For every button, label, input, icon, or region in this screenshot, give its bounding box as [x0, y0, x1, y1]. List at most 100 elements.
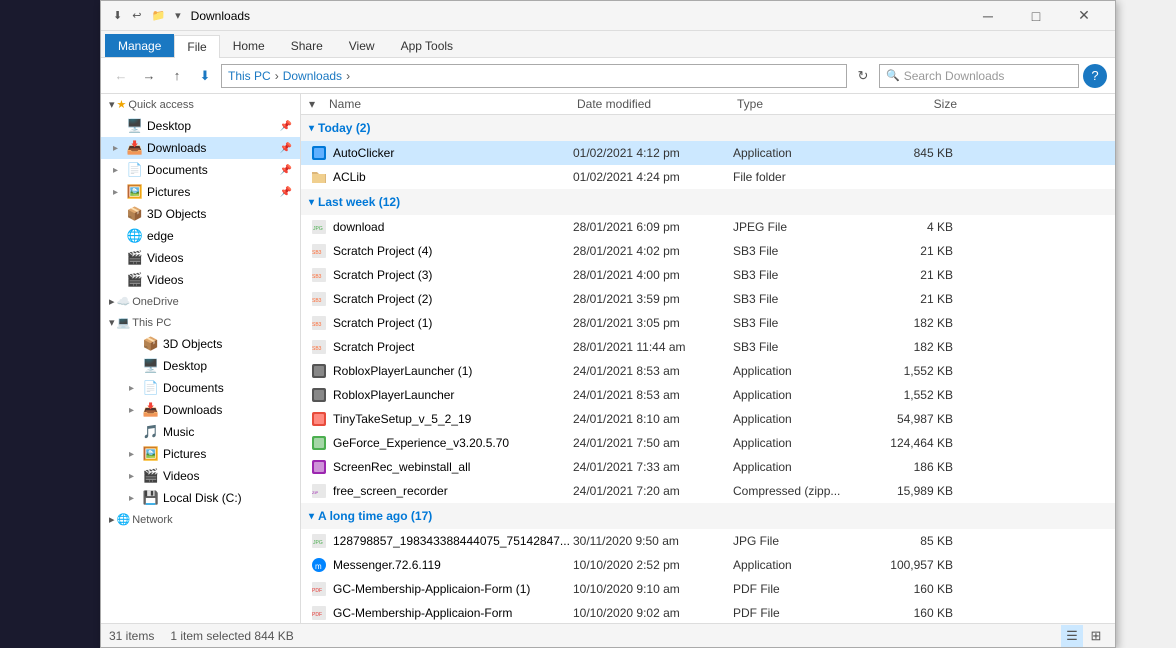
details-view-button[interactable]: ☰: [1061, 625, 1083, 647]
minimize-button[interactable]: ─: [965, 1, 1011, 31]
svg-text:JPG: JPG: [313, 540, 323, 546]
path-downloads: Downloads: [283, 69, 342, 83]
sidebar-item-3dobjects-pc[interactable]: 📦 3D Objects: [101, 333, 300, 355]
sidebar-item-documents[interactable]: ▸ 📄 Documents 📌: [101, 159, 300, 181]
file-row-download[interactable]: JPG download 28/01/2021 6:09 pm JPEG Fil…: [301, 215, 1115, 239]
sidebar-item-videos-pc[interactable]: ▸ 🎬 Videos: [101, 465, 300, 487]
section-lastweek[interactable]: ▾ Last week (12): [301, 189, 1115, 215]
file-row-128798[interactable]: JPG 128798857_198343388444075_75142847..…: [301, 529, 1115, 553]
qa-back-btn[interactable]: ⬇: [109, 7, 126, 24]
up-button[interactable]: ↑: [165, 64, 189, 88]
sidebar-item-desktop[interactable]: 🖥️ Desktop 📌: [101, 115, 300, 137]
quick-access-header[interactable]: ▾ ★ Quick access: [101, 94, 300, 115]
close-button[interactable]: ✕: [1061, 1, 1107, 31]
tab-apptools[interactable]: App Tools: [388, 34, 466, 57]
file-row-scratch4[interactable]: SB3 Scratch Project (4) 28/01/2021 4:02 …: [301, 239, 1115, 263]
tinytake-type: Application: [733, 412, 873, 426]
large-icons-view-button[interactable]: ⊞: [1085, 625, 1107, 647]
file-row-scratch3[interactable]: SB3 Scratch Project (3) 28/01/2021 4:00 …: [301, 263, 1115, 287]
svg-text:SB3: SB3: [312, 274, 322, 280]
gcform-name: GC-Membership-Applicaion-Form: [333, 606, 573, 620]
section-today[interactable]: ▾ Today (2): [301, 115, 1115, 141]
title-bar-controls: ─ □ ✕: [965, 1, 1107, 31]
quick-access-toolbar: ⬇ ↩ 📁 ▾: [109, 7, 185, 24]
file-row-geforce[interactable]: GeForce_Experience_v3.20.5.70 24/01/2021…: [301, 431, 1115, 455]
videos2-icon: 🎬: [127, 272, 143, 288]
sidebar-item-downloads-pc[interactable]: ▸ 📥 Downloads: [101, 399, 300, 421]
geforce-icon: [309, 433, 329, 453]
scratch3-icon: SB3: [309, 265, 329, 285]
file-row-gcform[interactable]: PDF GC-Membership-Applicaion-Form 10/10/…: [301, 601, 1115, 623]
forward-button[interactable]: →: [137, 64, 161, 88]
file-row-roblox[interactable]: RobloxPlayerLauncher 24/01/2021 8:53 am …: [301, 383, 1115, 407]
documents-icon: 📄: [127, 162, 143, 178]
sidebar-item-pictures-pc[interactable]: ▸ 🖼️ Pictures: [101, 443, 300, 465]
freescreen-date: 24/01/2021 7:20 am: [573, 484, 733, 498]
thispc-header[interactable]: ▾ 💻 This PC: [101, 312, 300, 333]
file-row-freescreen[interactable]: ZIP free_screen_recorder 24/01/2021 7:20…: [301, 479, 1115, 503]
onedrive-header[interactable]: ▸ ☁️ OneDrive: [101, 291, 300, 312]
qa-undo-btn[interactable]: ↩: [128, 7, 145, 24]
scratch4-type: SB3 File: [733, 244, 873, 258]
scratch2-date: 28/01/2021 3:59 pm: [573, 292, 733, 306]
col-name-header[interactable]: Name: [329, 97, 577, 111]
tab-view[interactable]: View: [336, 34, 388, 57]
col-type-header[interactable]: Type: [737, 97, 877, 111]
scratch1-size: 182 KB: [873, 316, 953, 330]
sidebar-item-videos2[interactable]: 🎬 Videos: [101, 269, 300, 291]
file-row-tinytake[interactable]: TinyTakeSetup_v_5_2_19 24/01/2021 8:10 a…: [301, 407, 1115, 431]
sidebar-item-videos[interactable]: 🎬 Videos: [101, 247, 300, 269]
maximize-button[interactable]: □: [1013, 1, 1059, 31]
section-longtime[interactable]: ▾ A long time ago (17): [301, 503, 1115, 529]
onedrive-arrow: ▸: [109, 295, 115, 308]
roblox-type: Application: [733, 388, 873, 402]
download-icon-btn[interactable]: ⬇: [193, 64, 217, 88]
back-button[interactable]: ←: [109, 64, 133, 88]
roblox-date: 24/01/2021 8:53 am: [573, 388, 733, 402]
search-icon: 🔍: [886, 69, 900, 82]
refresh-button[interactable]: ↻: [851, 64, 875, 88]
roblox1-size: 1,552 KB: [873, 364, 953, 378]
qa-pin-btn[interactable]: ▾: [171, 7, 185, 24]
3dobjects-icon: 📦: [127, 206, 143, 222]
tab-home[interactable]: Home: [220, 34, 278, 57]
search-box[interactable]: 🔍 Search Downloads: [879, 64, 1079, 88]
scratch3-date: 28/01/2021 4:00 pm: [573, 268, 733, 282]
sidebar-item-3dobjects[interactable]: 📦 3D Objects: [101, 203, 300, 225]
file-row-scratch1[interactable]: SB3 Scratch Project (1) 28/01/2021 3:05 …: [301, 311, 1115, 335]
sidebar-item-pictures[interactable]: ▸ 🖼️ Pictures 📌: [101, 181, 300, 203]
sidebar: ▾ ★ Quick access 🖥️ Desktop 📌 ▸ 📥 Downlo…: [101, 94, 301, 623]
col-date-header[interactable]: Date modified: [577, 97, 737, 111]
sidebar-item-music-pc[interactable]: 🎵 Music: [101, 421, 300, 443]
file-row-aclib[interactable]: ACLib 01/02/2021 4:24 pm File folder: [301, 165, 1115, 189]
file-row-messenger[interactable]: m Messenger.72.6.119 10/10/2020 2:52 pm …: [301, 553, 1115, 577]
file-row-scratch[interactable]: SB3 Scratch Project 28/01/2021 11:44 am …: [301, 335, 1115, 359]
sidebar-item-localdisk[interactable]: ▸ 💾 Local Disk (C:): [101, 487, 300, 509]
scratch4-size: 21 KB: [873, 244, 953, 258]
screenrec-date: 24/01/2021 7:33 am: [573, 460, 733, 474]
scratch1-type: SB3 File: [733, 316, 873, 330]
scratch-name: Scratch Project: [333, 340, 573, 354]
file-row-screenrec[interactable]: ScreenRec_webinstall_all 24/01/2021 7:33…: [301, 455, 1115, 479]
help-button[interactable]: ?: [1083, 64, 1107, 88]
network-header[interactable]: ▸ 🌐 Network: [101, 509, 300, 530]
file-row-autoclicker[interactable]: AutoClicker 01/02/2021 4:12 pm Applicati…: [301, 141, 1115, 165]
sidebar-item-edge[interactable]: 🌐 edge: [101, 225, 300, 247]
file-row-scratch2[interactable]: SB3 Scratch Project (2) 28/01/2021 3:59 …: [301, 287, 1115, 311]
tab-file[interactable]: File: [174, 35, 219, 58]
qa-folder-btn[interactable]: 📁: [147, 7, 169, 24]
geforce-size: 124,464 KB: [873, 436, 953, 450]
col-size-header[interactable]: Size: [877, 97, 957, 111]
address-path[interactable]: This PC › Downloads ›: [221, 64, 847, 88]
column-headers: ▾ Name Date modified Type Size: [301, 94, 1115, 115]
file-row-gcform1[interactable]: PDF GC-Membership-Applicaion-Form (1) 10…: [301, 577, 1115, 601]
tab-share[interactable]: Share: [278, 34, 336, 57]
sidebar-item-downloads[interactable]: ▸ 📥 Downloads 📌: [101, 137, 300, 159]
desktop-pc-icon: 🖥️: [143, 358, 159, 374]
tab-manage[interactable]: Manage: [105, 34, 174, 57]
section-lastweek-toggle: ▾: [309, 197, 314, 208]
sidebar-item-desktop-pc[interactable]: 🖥️ Desktop: [101, 355, 300, 377]
file-row-roblox1[interactable]: RobloxPlayerLauncher (1) 24/01/2021 8:53…: [301, 359, 1115, 383]
sidebar-item-documents-pc[interactable]: ▸ 📄 Documents: [101, 377, 300, 399]
download-date: 28/01/2021 6:09 pm: [573, 220, 733, 234]
